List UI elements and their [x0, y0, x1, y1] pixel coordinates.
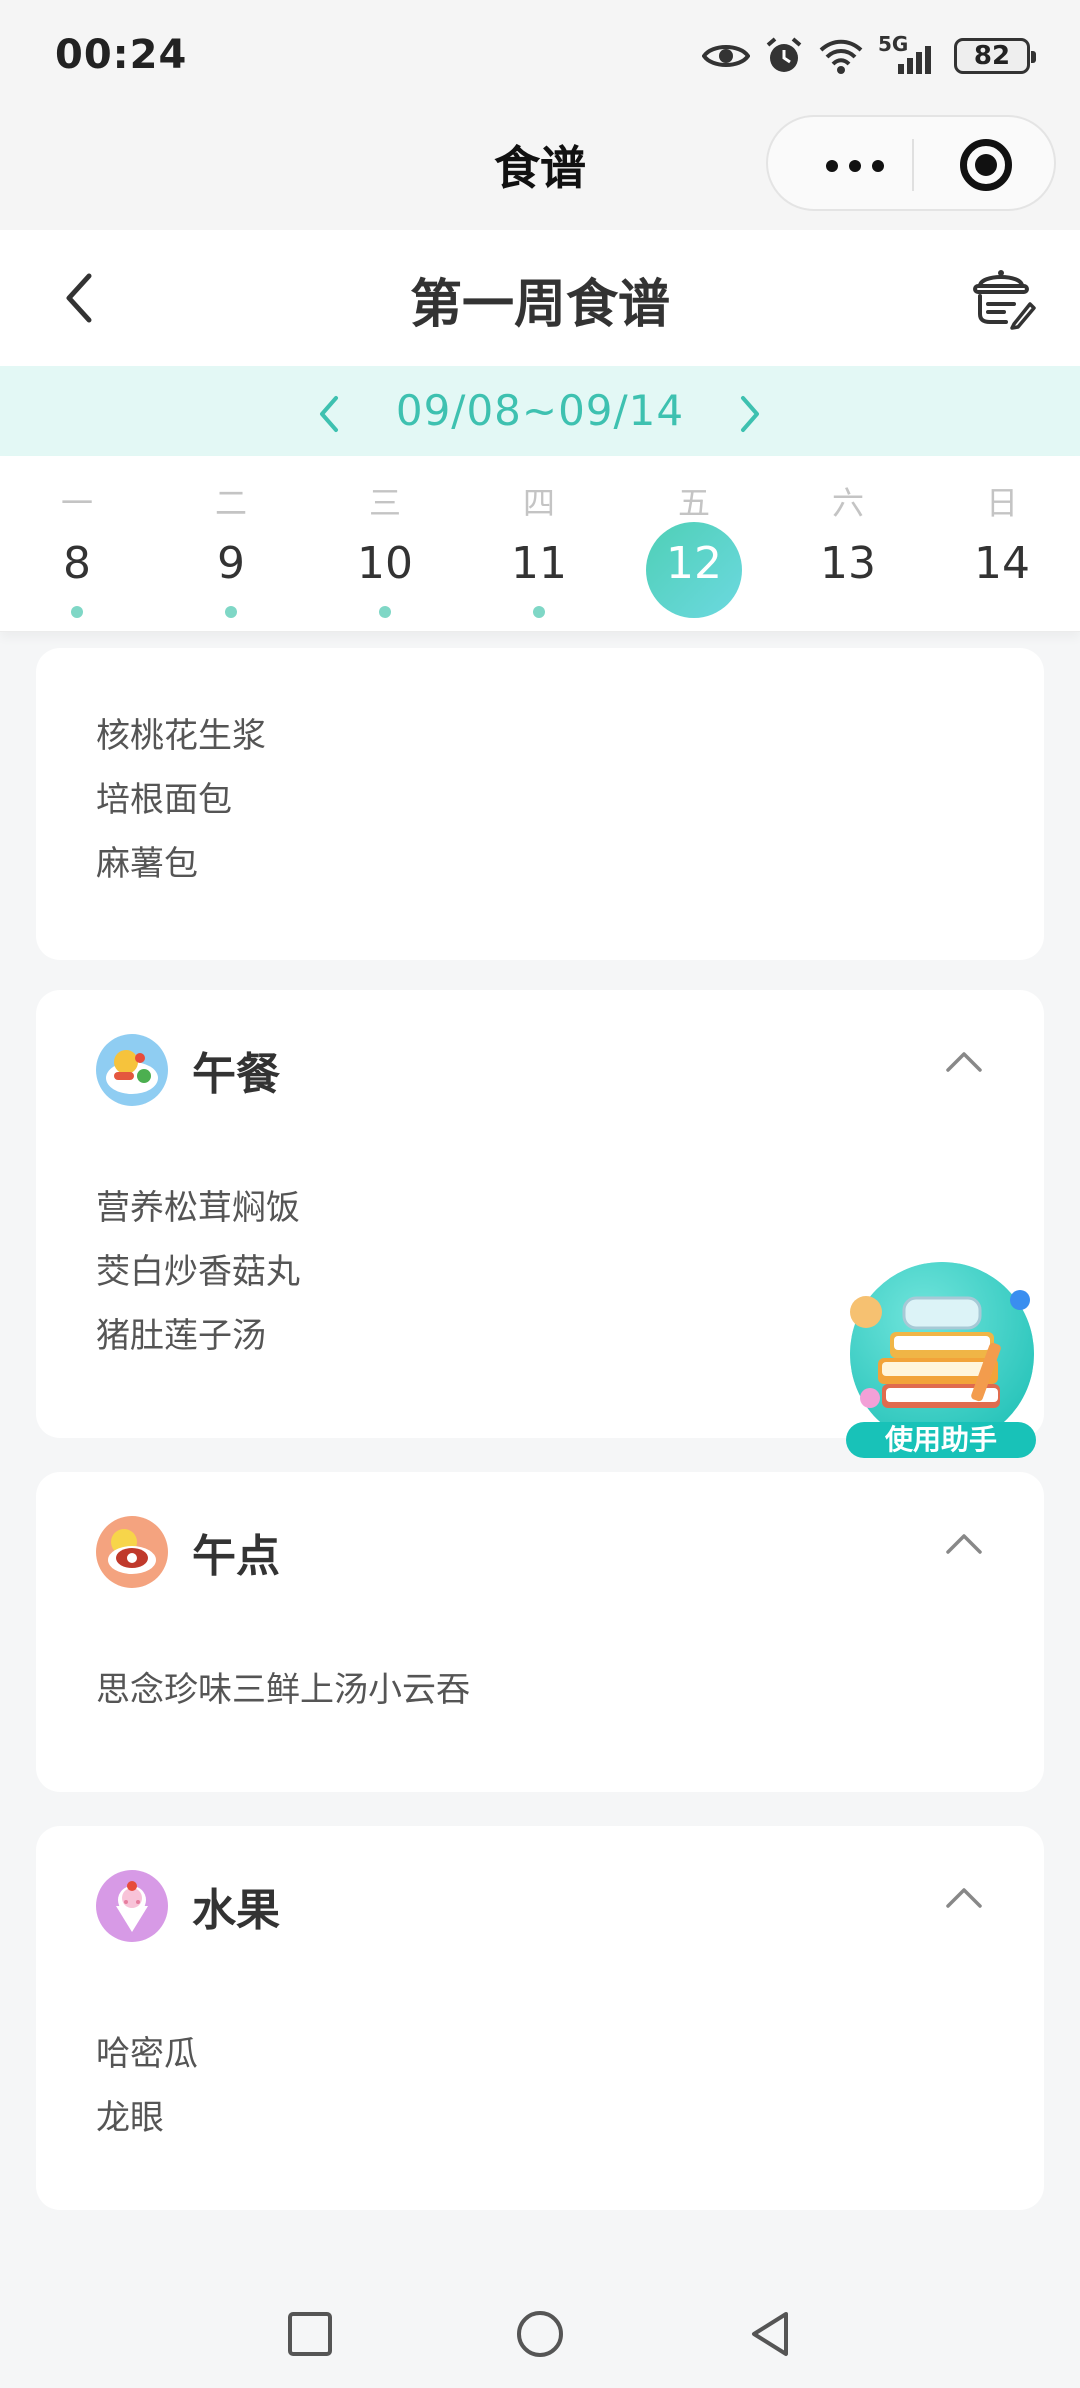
weekday-label: 一 [60, 484, 93, 522]
card-header[interactable]: 水果 [96, 1870, 280, 1942]
page-header: 第一周食谱 [0, 230, 1080, 366]
lunch-items: 营养松茸焖饭 茭白炒香菇丸 猪肚莲子汤 [96, 1176, 300, 1368]
list-item: 核桃花生浆 [96, 716, 266, 756]
list-item: 思念珍味三鲜上汤小云吞 [96, 1670, 470, 1710]
has-recipe-dot [71, 606, 83, 618]
day-tue[interactable]: 二 9 [154, 456, 308, 632]
recipe-edit-icon[interactable] [970, 264, 1036, 330]
chevron-up-icon[interactable] [944, 1884, 984, 1910]
signal-5g-icon: 5G [878, 32, 940, 76]
status-icons: 5G 82 [702, 32, 1036, 76]
meal-title: 午餐 [192, 1049, 280, 1100]
fruit-icon [96, 1870, 168, 1942]
day-thu[interactable]: 四 11 [462, 456, 616, 632]
list-item: 麻薯包 [96, 844, 198, 884]
weekday-label: 日 [985, 484, 1018, 522]
has-recipe-dot [225, 606, 237, 618]
weekday-label: 二 [214, 484, 247, 522]
lunch-icon [96, 1034, 168, 1106]
weekday-label: 六 [831, 484, 864, 522]
day-sun[interactable]: 日 14 [925, 456, 1079, 632]
has-recipe-dot [379, 606, 391, 618]
capsule-divider [912, 139, 914, 191]
status-time: 00:24 [55, 32, 188, 78]
back-nav-icon[interactable] [744, 2308, 796, 2360]
breakfast-card: 核桃花生浆 培根面包 麻薯包 [36, 648, 1044, 960]
system-nav-bar [0, 2270, 1080, 2388]
card-header[interactable]: 午点 [96, 1516, 280, 1588]
list-item: 猪肚莲子汤 [96, 1316, 266, 1356]
recent-apps-icon[interactable] [284, 2308, 336, 2360]
day-number: 14 [974, 538, 1030, 589]
day-sat[interactable]: 六 13 [771, 456, 925, 632]
books-icon: 使用助手 [846, 1262, 1036, 1458]
list-item: 营养松茸焖饭 [96, 1188, 300, 1228]
battery-indicator: 82 [954, 38, 1036, 74]
wifi-icon [819, 39, 863, 74]
close-miniprogram-button[interactable] [960, 139, 1012, 191]
next-week-icon[interactable] [733, 392, 767, 436]
eye-icon [702, 45, 750, 67]
battery-level: 82 [973, 41, 1011, 71]
meal-title: 水果 [192, 1885, 280, 1936]
week-range: 09/08~09/14 [395, 386, 685, 435]
day-number: 11 [511, 538, 567, 589]
day-number: 9 [217, 538, 245, 589]
day-fri-selected[interactable]: 五 12 [617, 456, 771, 632]
weekday-label: 四 [522, 484, 555, 522]
meal-title: 午点 [192, 1531, 280, 1582]
helper-label: 使用助手 [884, 1423, 997, 1456]
weekday-label: 三 [368, 484, 401, 522]
card-header[interactable]: 午餐 [96, 1034, 280, 1106]
alarm-icon [766, 37, 802, 72]
day-strip: 一 8 二 9 三 10 四 11 五 12 六 13 日 14 [0, 456, 1080, 632]
capsule-menu [766, 115, 1056, 211]
usage-helper-button[interactable]: 使用助手 [842, 1262, 1040, 1462]
more-options-button[interactable] [826, 160, 884, 172]
page-title: 第一周食谱 [409, 275, 670, 335]
breakfast-items: 核桃花生浆 培根面包 麻薯包 [96, 704, 266, 896]
mini-program-bar: 食谱 [0, 110, 1080, 230]
weekday-label: 五 [677, 484, 710, 522]
list-item: 培根面包 [96, 780, 232, 820]
day-number: 12 [666, 538, 722, 589]
snack-icon [96, 1516, 168, 1588]
snack-items: 思念珍味三鲜上汤小云吞 [96, 1658, 470, 1722]
list-item: 龙眼 [96, 2098, 164, 2138]
fruit-card: 水果 哈密瓜 龙眼 [36, 1826, 1044, 2210]
home-icon[interactable] [514, 2308, 566, 2360]
list-item: 茭白炒香菇丸 [96, 1252, 300, 1292]
day-number: 8 [63, 538, 91, 589]
list-item: 哈密瓜 [96, 2034, 198, 2074]
chevron-up-icon[interactable] [944, 1048, 984, 1074]
chevron-up-icon[interactable] [944, 1530, 984, 1556]
snack-card: 午点 思念珍味三鲜上汤小云吞 [36, 1472, 1044, 1792]
week-selector: 09/08~09/14 [0, 366, 1080, 456]
fruit-items: 哈密瓜 龙眼 [96, 2022, 198, 2150]
has-recipe-dot [533, 606, 545, 618]
day-number: 13 [820, 538, 876, 589]
day-number: 10 [357, 538, 413, 589]
day-mon[interactable]: 一 8 [0, 456, 154, 632]
status-bar: 00:24 5G 82 [0, 0, 1080, 110]
day-wed[interactable]: 三 10 [308, 456, 462, 632]
